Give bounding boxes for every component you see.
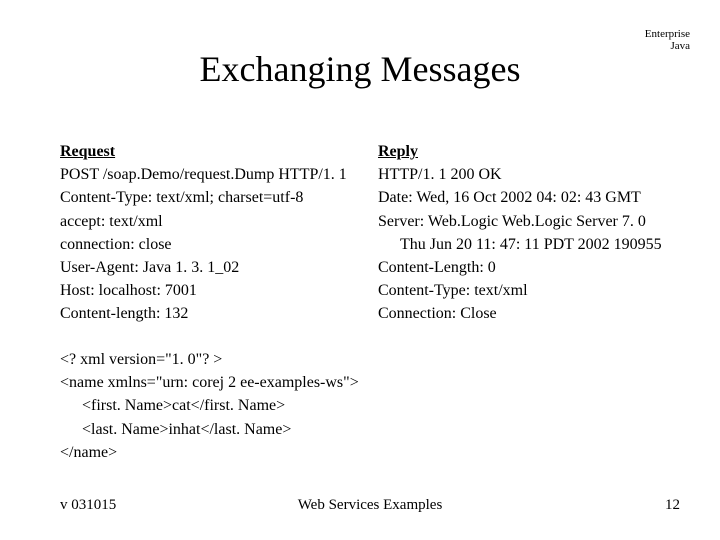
- footer-title: Web Services Examples: [60, 497, 680, 514]
- xml-line: <first. Name>cat</first. Name>: [60, 394, 359, 417]
- xml-line: <name xmlns="urn: corej 2 ee-examples-ws…: [60, 371, 359, 394]
- corner-line1: Enterprise: [645, 28, 690, 40]
- reply-line: Date: Wed, 16 Oct 2002 04: 02: 43 GMT: [378, 186, 680, 209]
- request-line: Host: localhost: 7001: [60, 279, 362, 302]
- reply-column: Reply HTTP/1. 1 200 OK Date: Wed, 16 Oct…: [370, 140, 680, 326]
- request-line: Content-length: 132: [60, 302, 362, 325]
- request-line: POST /soap.Demo/request.Dump HTTP/1. 1: [60, 163, 362, 186]
- xml-block: <? xml version="1. 0"? > <name xmlns="ur…: [60, 348, 359, 464]
- reply-line-indent: Thu Jun 20 11: 47: 11 PDT 2002 190955: [378, 233, 680, 256]
- reply-line: Connection: Close: [378, 302, 680, 325]
- request-column: Request POST /soap.Demo/request.Dump HTT…: [60, 140, 370, 326]
- page-title: Exchanging Messages: [0, 48, 720, 90]
- request-line: accept: text/xml: [60, 210, 362, 233]
- request-line: connection: close: [60, 233, 362, 256]
- request-line: User-Agent: Java 1. 3. 1_02: [60, 256, 362, 279]
- reply-line: HTTP/1. 1 200 OK: [378, 163, 680, 186]
- reply-line: Server: Web.Logic Web.Logic Server 7. 0: [378, 210, 680, 233]
- reply-line: Content-Length: 0: [378, 256, 680, 279]
- xml-line: <last. Name>inhat</last. Name>: [60, 418, 359, 441]
- slide: Enterprise Java Exchanging Messages Requ…: [0, 0, 720, 540]
- columns: Request POST /soap.Demo/request.Dump HTT…: [60, 140, 680, 326]
- request-heading: Request: [60, 140, 362, 163]
- footer: v 031015 Web Services Examples 12: [60, 497, 680, 514]
- reply-heading: Reply: [378, 140, 680, 163]
- xml-line: <? xml version="1. 0"? >: [60, 348, 359, 371]
- request-line: Content-Type: text/xml; charset=utf-8: [60, 186, 362, 209]
- xml-line: </name>: [60, 441, 359, 464]
- reply-line: Content-Type: text/xml: [378, 279, 680, 302]
